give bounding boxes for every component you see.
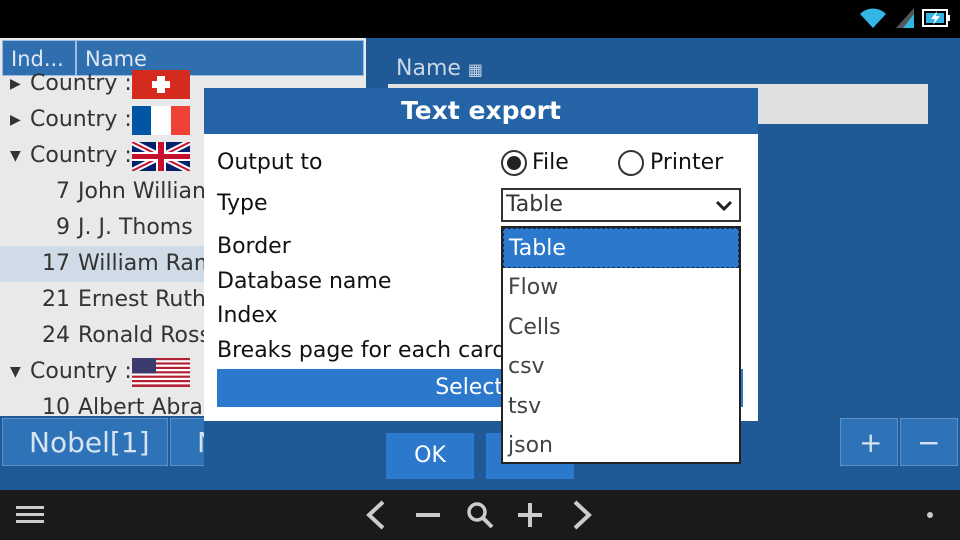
type-dropdown-list[interactable]: Table Flow Cells csv tsv json bbox=[501, 226, 741, 464]
dropdown-option[interactable]: tsv bbox=[503, 387, 739, 427]
database-name-label: Database name bbox=[217, 269, 392, 294]
row-name: Albert Abrah bbox=[78, 395, 217, 416]
row-index: 17 bbox=[42, 251, 70, 276]
dropdown-option[interactable]: Flow bbox=[503, 268, 739, 308]
collapsed-triangle-icon: ▶ bbox=[10, 112, 21, 128]
chevron-left-icon[interactable] bbox=[356, 490, 396, 540]
dropdown-option[interactable]: Table bbox=[503, 228, 739, 268]
menu-icon[interactable] bbox=[10, 490, 50, 540]
row-name: Ernest Ruthe bbox=[78, 287, 220, 312]
dialog-title: Text export bbox=[204, 88, 758, 134]
row-name: John Willian bbox=[78, 179, 206, 204]
dropdown-option[interactable]: csv bbox=[503, 347, 739, 387]
radio-printer-label[interactable]: Printer bbox=[650, 150, 723, 175]
type-select-value: Table bbox=[506, 192, 563, 217]
dot-icon[interactable] bbox=[920, 490, 940, 540]
cell-signal-icon bbox=[894, 6, 916, 34]
row-name: J. J. Thoms bbox=[78, 215, 193, 240]
switzerland-flag-icon bbox=[132, 70, 190, 99]
row-index: 7 bbox=[56, 179, 70, 204]
zoom-out-icon[interactable] bbox=[408, 490, 448, 540]
group-label: Country : bbox=[30, 143, 132, 168]
row-name: Ronald Ross bbox=[78, 323, 211, 348]
chevron-down-icon bbox=[715, 192, 733, 227]
border-label: Border bbox=[217, 234, 291, 259]
expanded-triangle-icon: ▼ bbox=[10, 364, 21, 380]
battery-charging-icon bbox=[922, 6, 952, 34]
row-name: William Ram bbox=[78, 251, 216, 276]
group-label: Country : bbox=[30, 107, 132, 132]
status-bar bbox=[0, 0, 960, 38]
grid-icon: ▦ bbox=[467, 60, 484, 79]
ok-button[interactable]: OK bbox=[386, 433, 474, 479]
tab-nobel[interactable]: Nobel[1] bbox=[2, 418, 168, 466]
row-index: 21 bbox=[42, 287, 70, 312]
france-flag-icon bbox=[132, 106, 190, 135]
add-tab-button[interactable]: + bbox=[840, 418, 898, 466]
expanded-triangle-icon: ▼ bbox=[10, 148, 21, 164]
radio-file[interactable] bbox=[501, 150, 527, 176]
index-label: Index bbox=[217, 303, 278, 328]
usa-flag-icon bbox=[132, 358, 190, 387]
zoom-in-icon[interactable] bbox=[510, 490, 550, 540]
bottom-nav bbox=[0, 490, 960, 540]
dropdown-option[interactable]: Cells bbox=[503, 308, 739, 348]
collapsed-triangle-icon: ▶ bbox=[10, 76, 21, 92]
dropdown-option[interactable]: json bbox=[503, 426, 739, 466]
group-label: Country : bbox=[30, 359, 132, 384]
uk-flag-icon bbox=[132, 142, 190, 171]
name-field-label: Name ▦ bbox=[396, 56, 484, 81]
type-label: Type bbox=[217, 191, 268, 216]
wifi-icon bbox=[858, 6, 888, 34]
row-index: 10 bbox=[42, 395, 70, 416]
row-index: 9 bbox=[56, 215, 70, 240]
search-icon[interactable] bbox=[460, 490, 500, 540]
output-to-label: Output to bbox=[217, 150, 323, 175]
type-select[interactable]: Table bbox=[501, 188, 741, 222]
radio-printer[interactable] bbox=[618, 150, 644, 176]
group-label: Country : bbox=[30, 71, 132, 96]
remove-tab-button[interactable]: − bbox=[900, 418, 958, 466]
chevron-right-icon[interactable] bbox=[562, 490, 602, 540]
breaks-page-label: Breaks page for each card bbox=[217, 338, 507, 363]
row-index: 24 bbox=[42, 323, 70, 348]
radio-file-label[interactable]: File bbox=[532, 150, 569, 175]
